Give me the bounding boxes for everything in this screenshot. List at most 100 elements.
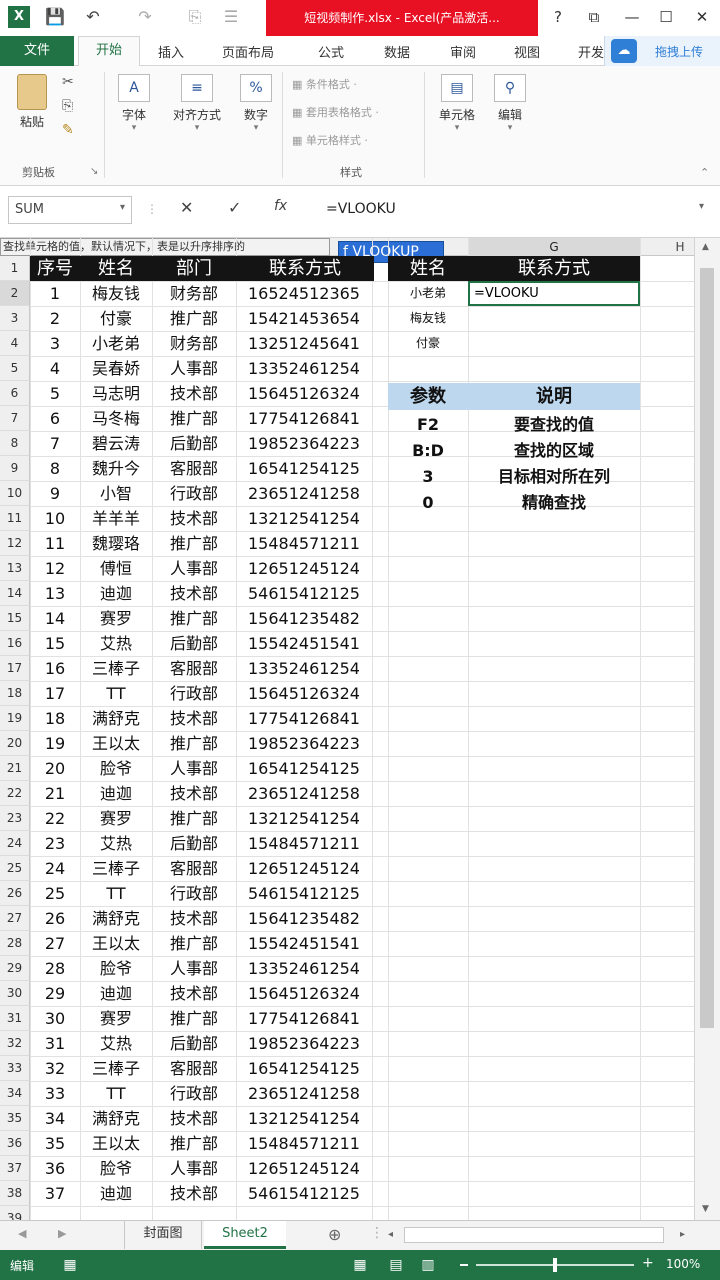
cell-contact[interactable]: 19852364223 — [236, 431, 372, 456]
row-number[interactable]: 7 — [0, 406, 30, 431]
cell-index[interactable]: 18 — [30, 706, 80, 731]
row-number[interactable]: 18 — [0, 681, 30, 706]
cell-contact[interactable]: 13352461254 — [236, 956, 372, 981]
cell-index[interactable]: 8 — [30, 456, 80, 481]
cell-contact[interactable]: 13251245641 — [236, 331, 372, 356]
number-button[interactable]: % 数字 ▾ — [236, 74, 276, 133]
cell-dept[interactable]: 客服部 — [152, 456, 236, 481]
row-number[interactable]: 13 — [0, 556, 30, 581]
cell-index[interactable]: 6 — [30, 406, 80, 431]
insert-function-button[interactable]: fx — [274, 198, 287, 214]
table-format-button[interactable]: ▦ 套用表格格式 · — [292, 104, 379, 120]
cell-dept[interactable]: 技术部 — [152, 1106, 236, 1131]
cell-name[interactable]: 吴春娇 — [80, 356, 152, 381]
cell-contact[interactable]: 15542451541 — [236, 931, 372, 956]
cell-name[interactable]: 碧云涛 — [80, 431, 152, 456]
customize-icon[interactable]: ☰ — [220, 6, 242, 28]
upload-panel[interactable]: ☁ 拖拽上传 — [604, 36, 720, 66]
cell-index[interactable]: 21 — [30, 781, 80, 806]
cell-dept[interactable]: 人事部 — [152, 556, 236, 581]
cell-index[interactable]: 15 — [30, 631, 80, 656]
cell-index[interactable]: 26 — [30, 906, 80, 931]
sheet-tab-sheet2[interactable]: Sheet2 — [204, 1221, 286, 1249]
row-number[interactable]: 10 — [0, 481, 30, 506]
row-number[interactable]: 29 — [0, 956, 30, 981]
cell-name[interactable]: 脸爷 — [80, 1156, 152, 1181]
row-number[interactable]: 24 — [0, 831, 30, 856]
row-number[interactable]: 36 — [0, 1131, 30, 1156]
cell-index[interactable]: 32 — [30, 1056, 80, 1081]
minimize-button[interactable]: — — [618, 6, 646, 28]
maximize-button[interactable]: ☐ — [652, 6, 680, 28]
row-number[interactable]: 11 — [0, 506, 30, 531]
cell-dept[interactable]: 推广部 — [152, 406, 236, 431]
cell-dept[interactable]: 财务部 — [152, 331, 236, 356]
cell-name[interactable]: 迪迦 — [80, 981, 152, 1006]
tab-data[interactable]: 数据 — [384, 42, 410, 61]
scroll-up-icon[interactable]: ▲ — [702, 242, 709, 252]
lookup-name-2[interactable]: 梅友钱 — [388, 306, 468, 331]
cell-index[interactable]: 36 — [30, 1156, 80, 1181]
cell-contact[interactable]: 13352461254 — [236, 656, 372, 681]
cell-dept[interactable]: 行政部 — [152, 681, 236, 706]
row-number[interactable]: 23 — [0, 806, 30, 831]
cell-dept[interactable]: 技术部 — [152, 506, 236, 531]
cell-dept[interactable]: 推广部 — [152, 531, 236, 556]
cell-name[interactable]: 三棒子 — [80, 856, 152, 881]
cell-contact[interactable]: 15641235482 — [236, 906, 372, 931]
hscroll-left-icon[interactable]: ◂ — [388, 1229, 393, 1240]
cell-dept[interactable]: 行政部 — [152, 881, 236, 906]
cell-dept[interactable]: 推广部 — [152, 1131, 236, 1156]
cell-index[interactable]: 27 — [30, 931, 80, 956]
cell-index[interactable]: 5 — [30, 381, 80, 406]
cell-dept[interactable]: 技术部 — [152, 381, 236, 406]
cell-dept[interactable]: 技术部 — [152, 581, 236, 606]
cell-contact[interactable]: 15645126324 — [236, 381, 372, 406]
cell-name[interactable]: TT — [80, 1081, 152, 1106]
row-number[interactable]: 26 — [0, 881, 30, 906]
cell-contact[interactable]: 12651245124 — [236, 556, 372, 581]
cell-contact[interactable]: 17754126841 — [236, 406, 372, 431]
row-number[interactable]: 1 — [0, 256, 30, 281]
row-number[interactable]: 34 — [0, 1081, 30, 1106]
cell-name[interactable]: 小老弟 — [80, 331, 152, 356]
cell-dept[interactable]: 后勤部 — [152, 631, 236, 656]
cell-index[interactable]: 17 — [30, 681, 80, 706]
edit-button[interactable]: ⚲ 编辑 ▾ — [490, 74, 530, 133]
cell-index[interactable]: 31 — [30, 1031, 80, 1056]
cell-index[interactable]: 9 — [30, 481, 80, 506]
cell-dept[interactable]: 技术部 — [152, 981, 236, 1006]
cell-dept[interactable]: 行政部 — [152, 1081, 236, 1106]
cell-index[interactable]: 24 — [30, 856, 80, 881]
zoom-level[interactable]: 100% — [666, 1257, 700, 1271]
zoom-out-icon[interactable] — [460, 1264, 468, 1266]
cell-contact[interactable]: 54615412125 — [236, 581, 372, 606]
cell-name[interactable]: 脸爷 — [80, 756, 152, 781]
cell-contact[interactable]: 54615412125 — [236, 881, 372, 906]
cell-dept[interactable]: 推广部 — [152, 1006, 236, 1031]
cell-index[interactable]: 2 — [30, 306, 80, 331]
cell-name[interactable]: 满舒克 — [80, 906, 152, 931]
tab-formulas[interactable]: 公式 — [318, 42, 344, 61]
cell-contact[interactable]: 23651241258 — [236, 781, 372, 806]
cell-index[interactable]: 33 — [30, 1081, 80, 1106]
tab-home[interactable]: 开始 — [78, 36, 140, 67]
tab-insert[interactable]: 插入 — [158, 42, 184, 61]
cell-index[interactable]: 25 — [30, 881, 80, 906]
ribbon-display-button[interactable]: ⧉ — [580, 6, 608, 28]
row-number[interactable]: 14 — [0, 581, 30, 606]
next-sheet-icon[interactable]: ▶ — [58, 1227, 66, 1240]
cell-contact[interactable]: 16541254125 — [236, 1056, 372, 1081]
row-number[interactable]: 38 — [0, 1181, 30, 1206]
cell-index[interactable]: 13 — [30, 581, 80, 606]
cell-dept[interactable]: 人事部 — [152, 956, 236, 981]
cell-contact[interactable]: 13212541254 — [236, 1106, 372, 1131]
cell-dept[interactable]: 技术部 — [152, 781, 236, 806]
hscroll-right-icon[interactable]: ▸ — [680, 1229, 685, 1240]
redo-icon[interactable]: ↷ — [134, 6, 156, 28]
cell-index[interactable]: 20 — [30, 756, 80, 781]
row-number[interactable]: 33 — [0, 1056, 30, 1081]
cell-contact[interactable]: 19852364223 — [236, 1031, 372, 1056]
zoom-in-icon[interactable]: + — [642, 1255, 654, 1271]
cell-index[interactable]: 11 — [30, 531, 80, 556]
